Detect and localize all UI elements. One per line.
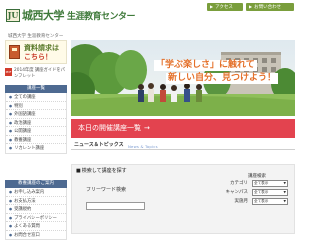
sidebar-item-label: リカレント講座: [14, 146, 45, 151]
sidebar-item-label: 受講規約: [14, 207, 32, 212]
courses-heading: 講座一覧: [5, 85, 67, 93]
chevron-down-icon: ▼: [283, 190, 286, 194]
sidebar-item-public[interactable]: ● 公開講座: [6, 127, 66, 136]
sidebar-item-contact[interactable]: ● お問合せ窓口: [6, 231, 66, 240]
bullet-icon: ●: [9, 120, 13, 125]
bullet-icon: ●: [9, 95, 13, 99]
freeword-input[interactable]: [86, 202, 145, 210]
access-button[interactable]: ▶ アクセス: [207, 3, 243, 11]
category-label: カテゴリ: [230, 181, 248, 186]
bullet-icon: ●: [9, 232, 13, 237]
bullet-icon: ●: [9, 103, 13, 108]
news-subtitle: News & Topics: [128, 144, 158, 149]
sidebar-item-faq[interactable]: ● よくある質問: [6, 222, 66, 231]
sidebar-item-label: 政治講座: [14, 120, 32, 126]
sidebar-item-privacy[interactable]: ● プライバシーポリシー: [6, 214, 66, 222]
search-title: ■検索して講座を探す: [76, 167, 127, 174]
category-select[interactable]: 全て表示 ▼: [252, 180, 288, 187]
pdf-icon: PDF: [5, 68, 12, 76]
site-header: JU 城西大学 生涯教育センター ▶ アクセス ▶ お問い合わせ: [0, 0, 300, 31]
sidebar-item-all-courses[interactable]: ● 全ての講座: [6, 93, 66, 102]
chevron-down-icon: ▼: [283, 199, 286, 203]
breadcrumb[interactable]: 城西大学 生涯教育センター: [8, 33, 63, 39]
search-title-text: 検索して講座を探す: [81, 168, 127, 174]
sidebar-item-language[interactable]: ● 外国語講座: [6, 110, 66, 119]
bullet-icon: ●: [9, 112, 13, 116]
contact-label: お問い合わせ: [254, 5, 282, 10]
month-select[interactable]: 全て表示 ▼: [252, 198, 288, 205]
sidebar-item-special[interactable]: ● 特別: [6, 102, 66, 110]
search-icon: ■: [76, 168, 81, 174]
sidebar-item-label: お支払方法: [14, 198, 36, 204]
sidebar-item-apply[interactable]: ● お申し込み案内: [6, 188, 66, 197]
sidebar-item-label: 公開講座: [14, 129, 32, 134]
logo-mark: JU: [6, 8, 20, 22]
todays-courses-button[interactable]: 本日の開催講座一覧 →: [71, 119, 295, 138]
campus-select[interactable]: 全て表示 ▼: [252, 189, 288, 196]
bullet-icon: ●: [9, 198, 13, 203]
bullet-icon: ●: [9, 190, 13, 194]
bullet-icon: ●: [9, 207, 13, 211]
course-search-panel: ■検索して講座を探す フリーワード検索 講座検索 カテゴリ 全て表示 ▼ キャンパ…: [71, 164, 295, 234]
sidebar-item-terms[interactable]: ● 受講規約: [6, 205, 66, 214]
sidebar-item-label: 外国語講座: [14, 112, 36, 117]
sidebar-item-label: お申し込み案内: [14, 190, 45, 195]
hero-headline-2: 新しい自分、見つけよう！: [166, 73, 279, 84]
sidebar-item-label: 全ての講座: [14, 95, 36, 100]
arrow-right-icon: →: [144, 124, 150, 132]
chevron-down-icon: ▼: [283, 181, 286, 185]
access-label: アクセス: [215, 5, 233, 10]
news-title: ニュース＆トピックス: [74, 142, 124, 148]
condition-label: 講座検索: [248, 174, 266, 179]
courses-list: ● 全ての講座 ● 特別 ● 外国語講座 ● 政治講座 ● 公開講座 ● 教養講座 ● リカレ…: [5, 93, 67, 154]
hero-headline-1: 「学ぶ楽しさ」に触れて: [154, 60, 257, 71]
sidebar-item-label: お問合せ窓口: [14, 232, 40, 238]
bullet-icon: ●: [9, 129, 13, 133]
pdf-brochure-link[interactable]: PDF 2014年度 講座ガイドをパンフレット: [5, 68, 68, 79]
bullet-icon: ●: [9, 137, 13, 142]
month-value: 全て表示: [254, 199, 269, 203]
pdf-note-text: 2014年度 講座ガイドをパンフレット: [14, 68, 65, 79]
logo-center-name: 生涯教育センター: [67, 11, 136, 22]
campus-label: キャンパス: [225, 190, 249, 195]
request-brochure-banner[interactable]: 資料請求は こちら！: [5, 40, 67, 64]
sidebar-item-politics[interactable]: ● 政治講座: [6, 119, 66, 127]
request-title: 資料請求は: [24, 44, 59, 52]
bullet-icon: ●: [9, 146, 13, 150]
site-logo[interactable]: JU 城西大学 生涯教育センター: [6, 8, 156, 22]
brochure-icon: [9, 45, 20, 59]
campus-value: 全て表示: [254, 190, 269, 194]
contact-button[interactable]: ▶ お問い合わせ: [246, 3, 294, 11]
month-label: 実施月: [234, 199, 249, 204]
guide-sidebar: 教養講座のご案内 ● お申し込み案内 ● お支払方法 ● 受講規約 ● プライバシーポリ…: [5, 180, 68, 240]
sidebar-item-label: よくある質問: [14, 224, 40, 229]
sidebar-item-payment[interactable]: ● お支払方法: [6, 197, 66, 205]
bullet-icon: ●: [9, 215, 13, 220]
news-section-header: ニュース＆トピックス News & Topics: [71, 142, 295, 150]
arrow-right-icon: ▶: [210, 4, 214, 9]
guide-heading: 教養講座のご案内: [5, 180, 67, 188]
request-click: こちら！: [24, 53, 52, 61]
sidebar-item-label: プライバシーポリシー: [14, 215, 57, 221]
arrow-right-icon: ▶: [249, 4, 253, 9]
sidebar-item-label: 特別: [14, 103, 23, 109]
logo-university: 城西大学: [22, 9, 65, 22]
category-value: 全て表示: [254, 181, 269, 185]
sidebar-item-liberal[interactable]: ● 教養講座: [6, 136, 66, 144]
todays-courses-label: 本日の開催講座一覧: [78, 124, 141, 132]
freeword-label: フリーワード検索: [86, 187, 127, 193]
bullet-icon: ●: [9, 224, 13, 228]
guide-list: ● お申し込み案内 ● お支払方法 ● 受講規約 ● プライバシーポリシー ● よくある質…: [5, 188, 67, 240]
sidebar-item-label: 教養講座: [14, 137, 32, 143]
sidebar-item-recurrent[interactable]: ● リカレント講座: [6, 144, 66, 153]
hero-banner: 「学ぶ楽しさ」に触れて 新しい自分、見つけよう！: [71, 40, 295, 116]
